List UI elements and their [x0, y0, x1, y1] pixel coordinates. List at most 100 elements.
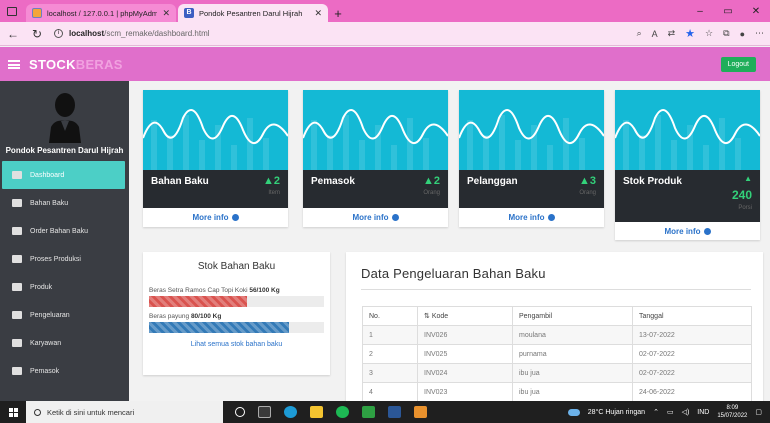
window-controls: – ▭ ✕	[686, 0, 770, 22]
notification-icon[interactable]: ▢	[755, 408, 762, 416]
more-info-link[interactable]: More info	[459, 208, 604, 227]
column-header-pengambil[interactable]: Pengambil	[512, 306, 633, 326]
stock-item-name: Beras Setra Ramos Cap Topi Koki	[149, 287, 248, 294]
cell-pengambil: ibu jua	[512, 363, 633, 383]
back-icon[interactable]: ←	[6, 27, 20, 41]
maximize-button[interactable]: ▭	[714, 6, 742, 17]
more-info-link[interactable]: More info	[303, 208, 448, 227]
word-icon[interactable]	[388, 406, 401, 418]
sidebar-item-order-bahan-baku[interactable]: Order Bahan Baku	[0, 217, 129, 245]
search-icon	[34, 408, 41, 416]
logout-button[interactable]: Logout	[720, 56, 756, 72]
spotify-icon[interactable]	[336, 406, 349, 418]
sidebar-item-dashboard[interactable]: Dashboard	[2, 161, 125, 189]
task-view-icon[interactable]	[235, 407, 245, 417]
sidebar-item-bahan-baku[interactable]: Bahan Baku	[0, 189, 129, 217]
close-tab-icon[interactable]: ✕	[162, 8, 170, 19]
arrow-circle-icon	[547, 214, 555, 221]
file-explorer-icon[interactable]	[310, 406, 323, 418]
card-value: ▲3	[578, 175, 596, 187]
language-indicator[interactable]: IND	[697, 409, 709, 416]
card-title: Stok Produk	[623, 176, 682, 187]
sidebar: Pondok Pesantren Darul Hijrah Dashboard …	[0, 81, 129, 401]
more-info-label: More info	[192, 213, 229, 222]
close-tab-icon[interactable]: ✕	[314, 8, 322, 19]
cell-kode: INV023	[417, 382, 513, 402]
sidebar-item-produk[interactable]: Produk	[0, 273, 129, 301]
card-pemasok: Pemasok ▲2 Orang More info	[303, 90, 448, 227]
weather-text[interactable]: 28°C Hujan ringan	[588, 409, 645, 416]
info-icon[interactable]: i	[54, 29, 63, 38]
pengeluaran-table: No. ⇅ Kode Pengambil Tanggal 1 INV026 moul…	[362, 306, 752, 402]
clock-date: 15/07/2022	[717, 413, 748, 419]
org-name: Pondok Pesantren Darul Hijrah	[5, 146, 124, 155]
url-field[interactable]: i localhost/scm_remake/dashboard.html	[54, 29, 627, 38]
network-icon[interactable]: ▭	[667, 408, 674, 416]
taskbar-search[interactable]: Ketik di sini untuk mencari	[26, 401, 223, 423]
profile-icon[interactable]: ●	[740, 29, 745, 39]
card-stat: Pelanggan ▲3 Orang	[459, 170, 604, 208]
sidebar-item-label: Pemasok	[30, 367, 60, 375]
card-sparkline	[303, 90, 448, 170]
browser-toolbar: ⌕ A ⇄ ★ ☆ ⧉ ● ⋯	[637, 27, 764, 40]
read-aloud-icon[interactable]: A	[652, 29, 658, 39]
xampp-icon[interactable]	[414, 406, 427, 418]
tabs-icon[interactable]: ⧉	[723, 28, 729, 39]
more-icon[interactable]: ⋯	[755, 28, 764, 39]
pengeluaran-panel: Data Pengeluaran Bahan Baku No. ⇅ Kode P…	[346, 252, 763, 402]
stock-progress-bar	[149, 322, 324, 333]
window-menu-icon[interactable]	[0, 0, 24, 22]
hamburger-menu-icon[interactable]	[8, 59, 20, 69]
view-all-stock-link[interactable]: Lihat semua stok bahan baku	[143, 341, 330, 348]
column-header-kode[interactable]: ⇅ Kode	[417, 306, 513, 326]
close-window-button[interactable]: ✕	[742, 6, 770, 17]
translate-icon[interactable]: ⇄	[668, 28, 676, 39]
site-favicon-icon: B	[184, 8, 194, 18]
more-info-link[interactable]: More info	[615, 222, 760, 241]
tab-phpmyadmin[interactable]: localhost / 127.0.0.1 | phpMyAdmin ✕	[26, 4, 176, 22]
brand-part1: STOCK	[29, 56, 76, 72]
cell-tanggal: 24-06-2022	[632, 382, 752, 402]
sidebar-item-pemasok[interactable]: Pemasok	[0, 357, 129, 385]
sidebar-item-proses-produksi[interactable]: Proses Produksi	[0, 245, 129, 273]
system-tray: 28°C Hujan ringan ⌃ ▭ ◁) IND 8:09 15/07/2…	[567, 404, 770, 420]
collections-icon[interactable]: ☆	[705, 28, 713, 39]
cell-kode: INV024	[417, 363, 513, 383]
sidebar-item-karyawan[interactable]: Karyawan	[0, 329, 129, 357]
more-info-link[interactable]: More info	[143, 208, 288, 227]
app-icon[interactable]	[362, 406, 375, 418]
clock[interactable]: 8:09 15/07/2022	[717, 404, 747, 420]
divider	[361, 289, 751, 290]
cell-pengambil: moulana	[512, 325, 633, 345]
tab-title: Pondok Pesantren Darul Hijrah	[199, 8, 303, 18]
stock-item-amount: 80/100 Kg	[190, 313, 222, 320]
stat-cards: Bahan Baku ▲2 Item More info Pemasok ▲2 Oran…	[143, 90, 760, 240]
panel-title: Stok Bahan Baku	[197, 261, 276, 272]
table-row: 2 INV025 purnama 02-07-2022	[362, 344, 752, 364]
card-stat: Stok Produk ▲ 240 Porsi	[615, 170, 760, 222]
minimize-button[interactable]: –	[686, 6, 714, 17]
column-header-tanggal[interactable]: Tanggal	[632, 306, 752, 326]
card-value: 240	[731, 188, 752, 202]
volume-icon[interactable]: ◁)	[682, 408, 690, 416]
refresh-icon[interactable]: ↻	[30, 27, 44, 41]
column-header-no[interactable]: No.	[362, 306, 418, 326]
table-row: 1 INV026 moulana 13-07-2022	[362, 325, 752, 345]
card-value: ▲2	[422, 175, 440, 187]
table-row: 3 INV024 ibu jua 02-07-2022	[362, 363, 752, 383]
address-bar: ← ↻ i localhost/scm_remake/dashboard.htm…	[0, 22, 770, 46]
edge-icon[interactable]	[284, 406, 297, 418]
search-page-icon[interactable]: ⌕	[637, 28, 642, 39]
card-unit: Item	[268, 190, 280, 196]
favorite-star-icon[interactable]: ★	[685, 27, 695, 40]
brand-logo[interactable]: STOCKBERAS	[29, 57, 123, 72]
user-avatar-icon	[48, 93, 81, 143]
start-button[interactable]	[0, 407, 26, 417]
more-info-label: More info	[508, 213, 545, 222]
tab-dashboard[interactable]: B Pondok Pesantren Darul Hijrah ✕	[178, 4, 328, 22]
chevron-up-icon[interactable]: ⌃	[653, 408, 659, 416]
widgets-icon[interactable]	[258, 406, 271, 418]
sidebar-item-pengeluaran[interactable]: Pengeluaran	[0, 301, 129, 329]
new-tab-button[interactable]: +	[328, 4, 348, 22]
card-stat: Bahan Baku ▲2 Item	[143, 170, 288, 208]
